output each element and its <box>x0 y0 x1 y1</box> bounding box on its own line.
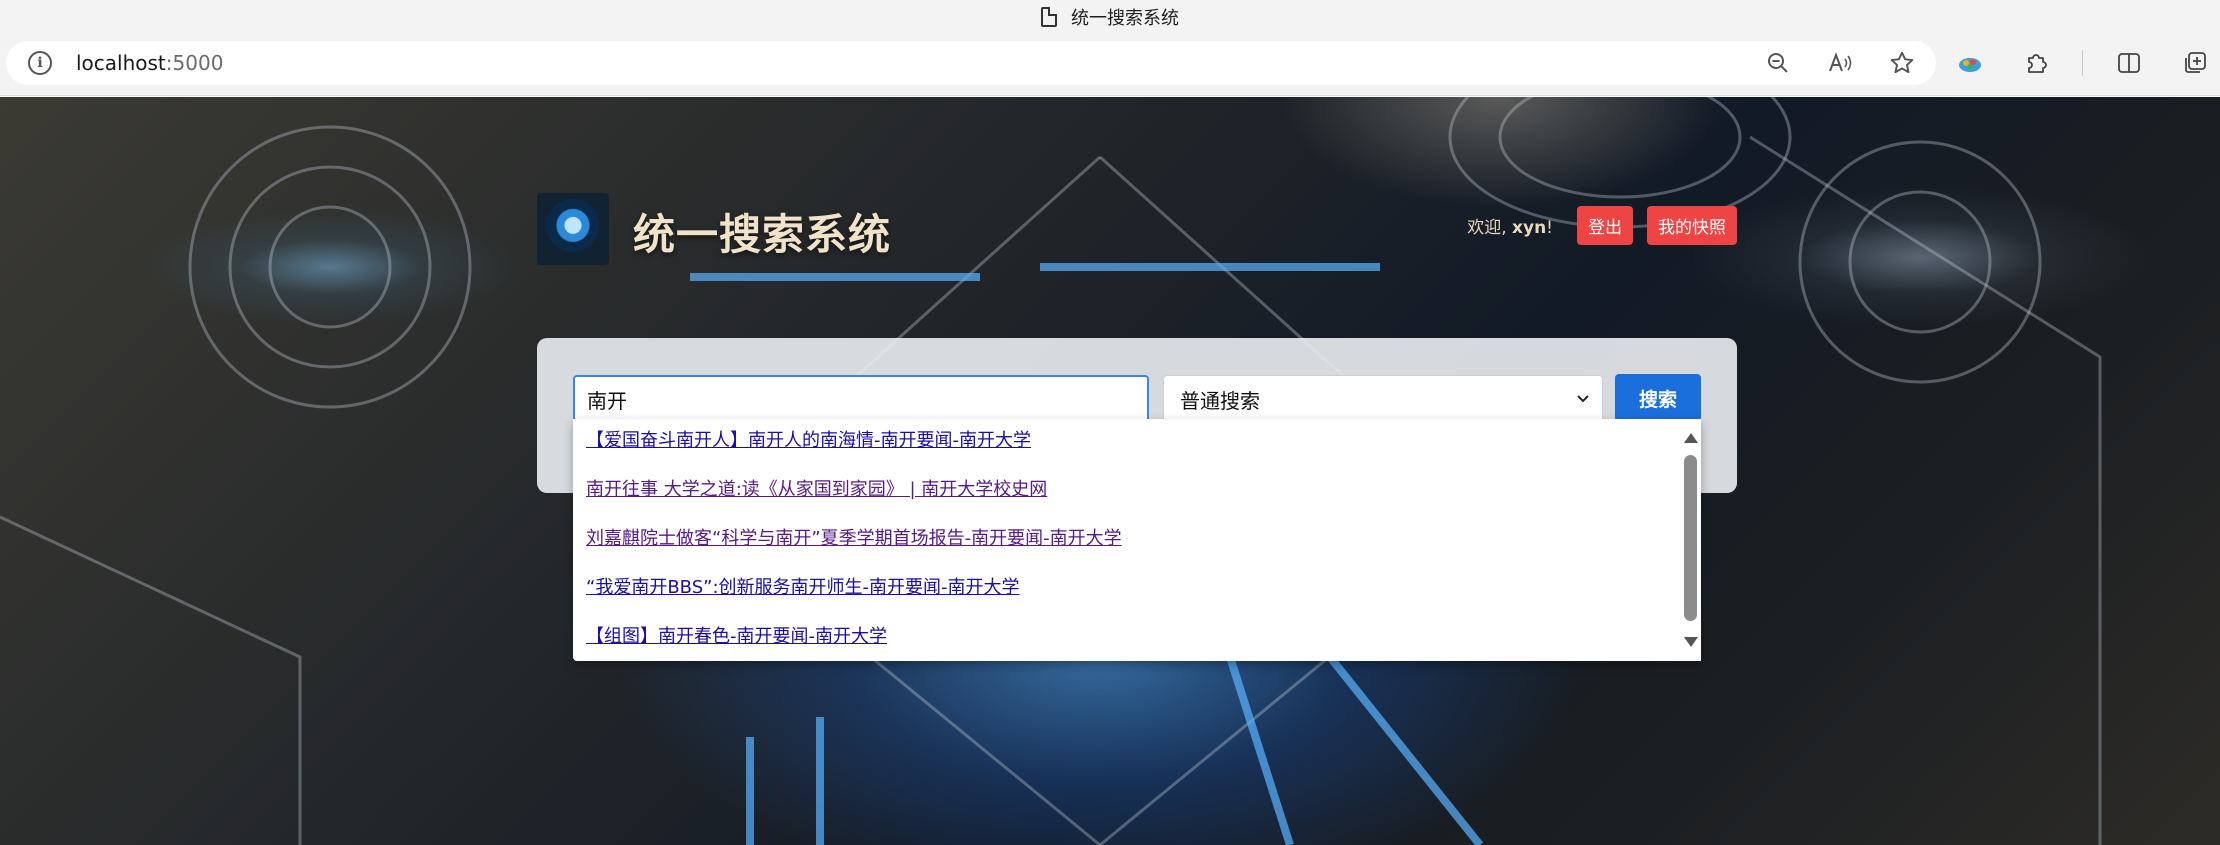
welcome-text: 欢迎, xyn! <box>1467 217 1553 238</box>
collections-icon[interactable] <box>2175 43 2215 83</box>
logout-button[interactable]: 登出 <box>1577 205 1633 245</box>
autocomplete-dropdown: 【爱国奋斗南开人】南开人的南海情-南开要闻-南开大学 南开往事 大学之道:读《从… <box>573 419 1701 661</box>
scroll-up-arrow-icon[interactable] <box>1684 433 1698 443</box>
search-mode-value: 普通搜索 <box>1180 388 1260 413</box>
username: xyn <box>1512 217 1547 238</box>
site-logo <box>537 193 609 265</box>
site-header: 统一搜索系统 欢迎, xyn! 登出 我的快照 <box>537 193 1737 273</box>
address-bar[interactable]: i localhost:5000 <box>6 41 1936 85</box>
user-area: 欢迎, xyn! 登出 我的快照 <box>1467 205 1737 245</box>
my-snapshots-button[interactable]: 我的快照 <box>1647 205 1737 245</box>
site-title: 统一搜索系统 <box>633 210 892 259</box>
suggestion-item[interactable]: 南开往事 大学之道:读《从家国到家园》 | 南开大学校史网 <box>586 475 1047 505</box>
read-aloud-icon[interactable] <box>1820 43 1860 83</box>
scroll-down-arrow-icon[interactable] <box>1684 637 1698 647</box>
suggestion-item[interactable]: 【爱国奋斗南开人】南开人的南海情-南开要闻-南开大学 <box>586 426 1031 456</box>
search-button[interactable]: 搜索 <box>1615 374 1701 422</box>
search-input[interactable] <box>573 375 1149 423</box>
page-background: 统一搜索系统 欢迎, xyn! 登出 我的快照 普通搜索 搜索 【爱国奋斗南开人… <box>0 97 2220 845</box>
star-icon[interactable] <box>1882 43 1922 83</box>
color-extension-icon[interactable] <box>1950 43 1990 83</box>
puzzle-icon[interactable] <box>2016 43 2056 83</box>
document-icon <box>1041 7 1057 27</box>
url-text[interactable]: localhost:5000 <box>76 51 223 75</box>
scroll-thumb[interactable] <box>1684 455 1697 621</box>
suggestion-item[interactable]: 刘嘉麒院士做客“科学与南开”夏季学期首场报告-南开要闻-南开大学 <box>586 524 1122 554</box>
search-mode-select[interactable]: 普通搜索 <box>1163 375 1603 423</box>
dropdown-scrollbar[interactable] <box>1679 419 1701 661</box>
chevron-down-icon <box>1577 395 1589 403</box>
suggestion-item[interactable]: 【组图】南开春色-南开要闻-南开大学 <box>586 622 887 652</box>
suggestion-item[interactable]: “我爱南开BBS”:创新服务南开师生-南开要闻-南开大学 <box>586 573 1020 603</box>
zoom-out-icon[interactable] <box>1758 43 1798 83</box>
toolbar-divider <box>2082 50 2083 76</box>
tab-title: 统一搜索系统 <box>1071 8 1179 29</box>
browser-title-bar: 统一搜索系统 <box>0 0 2220 34</box>
browser-toolbar: i localhost:5000 <box>0 34 2220 96</box>
split-screen-icon[interactable] <box>2109 43 2149 83</box>
info-icon[interactable]: i <box>28 51 52 75</box>
